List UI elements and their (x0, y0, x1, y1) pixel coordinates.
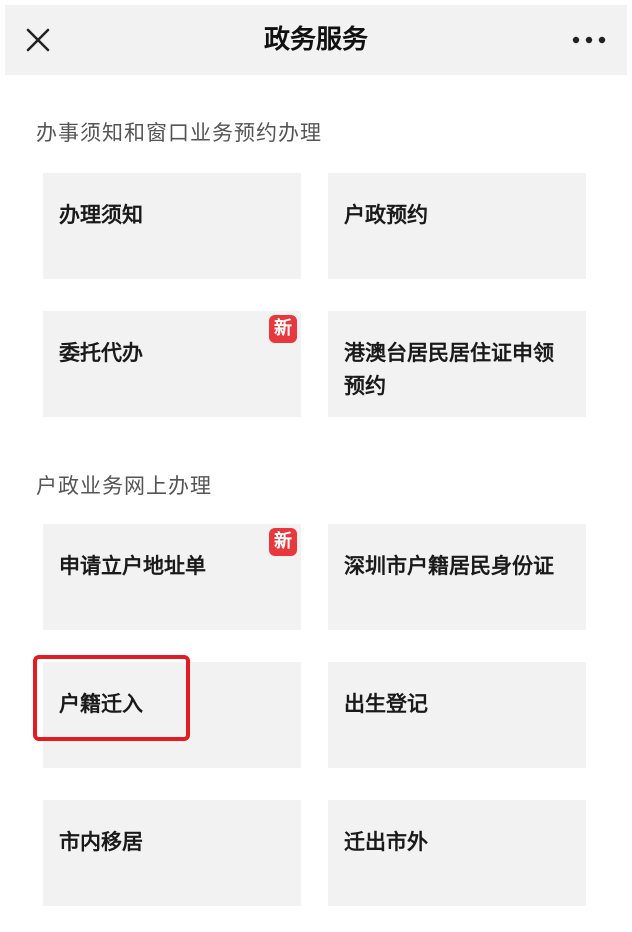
card-label: 市内移居 (59, 830, 143, 854)
section-title-appointment: 办事须知和窗口业务预约办理 (36, 121, 322, 145)
page-title: 政务服务 (263, 25, 368, 55)
card-birth-registration[interactable]: 出生登记 (328, 662, 586, 768)
section-title-online: 户政业务网上办理 (36, 474, 212, 498)
card-resident-id[interactable]: 深圳市户籍居民身份证 (328, 524, 586, 630)
card-intra-city-move[interactable]: 市内移居 (43, 800, 301, 906)
card-address-application[interactable]: 申请立户地址单 新 (43, 524, 301, 630)
card-household-appointment[interactable]: 户政预约 (328, 173, 586, 279)
close-icon[interactable] (25, 27, 51, 53)
card-label: 户籍迁入 (59, 692, 143, 716)
card-label: 出生登记 (344, 692, 428, 716)
top-bar: 政务服务 (5, 5, 627, 75)
card-hk-macau-taiwan-permit[interactable]: 港澳台居民居住证申领预约 (328, 311, 586, 417)
card-handling-notice[interactable]: 办理须知 (43, 173, 301, 279)
card-move-out-of-city[interactable]: 迁出市外 (328, 800, 586, 906)
more-icon[interactable] (571, 29, 607, 51)
card-label: 委托代办 (59, 341, 143, 365)
new-badge: 新 (269, 315, 297, 343)
card-label: 深圳市户籍居民身份证 (344, 554, 554, 578)
card-label: 港澳台居民居住证申领预约 (344, 341, 554, 398)
new-badge: 新 (269, 528, 297, 556)
card-label: 户政预约 (344, 203, 428, 227)
card-entrusted-agent[interactable]: 委托代办 新 (43, 311, 301, 417)
card-label: 申请立户地址单 (59, 554, 206, 578)
card-household-move-in[interactable]: 户籍迁入 (43, 662, 301, 768)
card-label: 迁出市外 (344, 830, 428, 854)
card-label: 办理须知 (59, 203, 143, 227)
